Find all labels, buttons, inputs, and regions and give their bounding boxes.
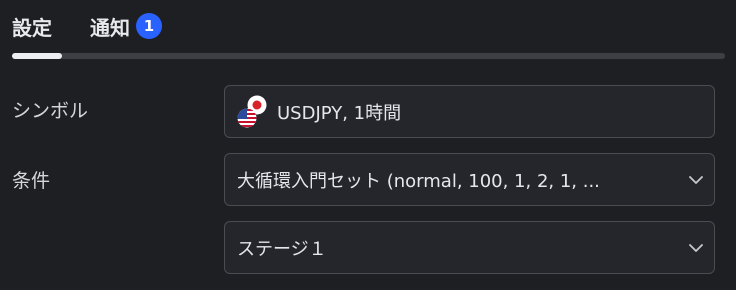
condition-select[interactable]: 大循環入門セット (normal, 100, 1, 2, 1, ... — [224, 153, 715, 206]
tab-notifications-label: 通知 — [90, 15, 130, 40]
tab-settings-label: 設定 — [12, 15, 52, 40]
symbol-field[interactable]: USDJPY, 1時間 — [224, 85, 715, 138]
progress-bar — [12, 53, 725, 59]
us-flag-icon — [237, 108, 257, 127]
chevron-down-icon — [678, 243, 714, 252]
progress-bar-fill — [12, 53, 62, 59]
chevron-down-icon — [678, 175, 714, 184]
stage-value: ステージ１ — [237, 238, 327, 260]
stage-select[interactable]: ステージ１ — [224, 221, 715, 274]
symbol-label: シンボル — [12, 100, 89, 122]
condition-value: 大循環入門セット (normal, 100, 1, 2, 1, ... — [237, 170, 600, 192]
notification-count-badge: 1 — [136, 13, 162, 39]
tab-bar: 設定 通知 1 — [12, 8, 162, 44]
currency-pair-flags — [237, 95, 267, 129]
tab-settings[interactable]: 設定 — [12, 12, 52, 41]
condition-label: 条件 — [12, 170, 51, 192]
symbol-value: USDJPY, 1時間 — [277, 102, 402, 124]
tab-notifications[interactable]: 通知 1 — [90, 12, 162, 41]
